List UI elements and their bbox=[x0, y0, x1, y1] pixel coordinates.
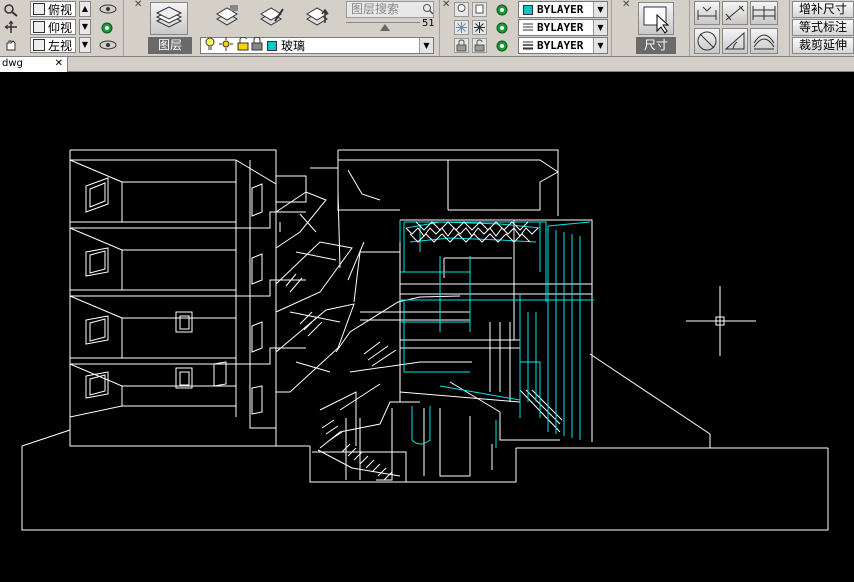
color-combo[interactable]: BYLAYER ▼ bbox=[518, 1, 608, 18]
sun-icon bbox=[219, 37, 233, 54]
crosshair-cursor bbox=[686, 286, 756, 356]
drawing-canvas[interactable] bbox=[0, 72, 854, 582]
view-panel: 俯视 仰视 左视 ▲ ▼ ▼ bbox=[0, 0, 124, 56]
layer-off-icon[interactable] bbox=[454, 2, 469, 17]
linetype-icon bbox=[523, 21, 533, 35]
layer-color-swatch bbox=[267, 40, 277, 51]
layer-on-green-icon[interactable] bbox=[494, 2, 510, 18]
current-layer-combo[interactable]: 玻璃 ▼ bbox=[200, 36, 434, 54]
add-dimension-button[interactable]: 增补尺寸 bbox=[792, 1, 854, 18]
layer-thaw-green-icon[interactable] bbox=[494, 20, 510, 36]
freeze-icon[interactable] bbox=[454, 20, 469, 35]
visibility-eye-2-icon[interactable] bbox=[97, 38, 119, 52]
left-building bbox=[69, 149, 310, 447]
layer-search-input[interactable]: 图层搜索 bbox=[346, 1, 434, 18]
panel-close-2-icon[interactable]: ✕ bbox=[442, 0, 452, 10]
color-swatch bbox=[523, 4, 533, 15]
dim-angle-icon[interactable] bbox=[722, 28, 748, 54]
layer-slider-knob[interactable] bbox=[380, 24, 390, 31]
dimension-button[interactable] bbox=[638, 2, 674, 35]
dim-radius-icon[interactable] bbox=[694, 28, 720, 54]
equal-dimension-button[interactable]: 等式标注 bbox=[792, 19, 854, 36]
color-chevron-down-icon[interactable]: ▼ bbox=[593, 2, 607, 17]
search-magnifier-icon[interactable] bbox=[422, 3, 434, 15]
layer-tool-2-icon[interactable] bbox=[256, 2, 286, 30]
dim-linear-icon[interactable] bbox=[694, 1, 720, 25]
layer-manager-button[interactable] bbox=[150, 2, 188, 35]
view-left-label: 左视 bbox=[48, 38, 73, 53]
document-tab-name: dwg bbox=[2, 58, 23, 69]
glass-layer bbox=[399, 220, 594, 448]
document-tab-bar: dwg ✕ bbox=[0, 57, 854, 72]
view-bottom-button[interactable]: 仰视 bbox=[30, 19, 76, 35]
green-dot-icon[interactable] bbox=[99, 20, 115, 34]
lineweight-icon bbox=[523, 39, 533, 53]
layer-panel-label: 图层 bbox=[148, 37, 192, 54]
view-left-button[interactable]: 左视 bbox=[30, 37, 76, 53]
thaw-icon[interactable] bbox=[472, 20, 487, 35]
dim-aligned-icon[interactable] bbox=[722, 1, 748, 25]
chevron-down-icon[interactable]: ▼ bbox=[419, 38, 433, 53]
view-top-label: 俯视 bbox=[48, 2, 73, 17]
current-layer-name: 玻璃 bbox=[281, 39, 306, 53]
document-tab[interactable]: dwg ✕ bbox=[0, 57, 68, 72]
site-platform bbox=[21, 353, 829, 531]
unlock-layer-icon[interactable] bbox=[472, 38, 487, 53]
right-building bbox=[337, 149, 593, 442]
pan-move-icon[interactable] bbox=[2, 19, 20, 35]
layer-tool-1-icon[interactable] bbox=[212, 2, 242, 30]
linetype-combo[interactable]: BYLAYER ▼ bbox=[518, 19, 608, 36]
view-scroll-up[interactable]: ▲ bbox=[79, 1, 91, 17]
view-scroll-down[interactable]: ▼ bbox=[79, 19, 91, 35]
cube-bottom-icon bbox=[33, 21, 45, 33]
view-bottom-label: 仰视 bbox=[48, 20, 73, 35]
view-top-button[interactable]: 俯视 bbox=[30, 1, 76, 17]
zoom-icon[interactable] bbox=[2, 2, 20, 18]
dimension-cursor-icon bbox=[643, 6, 670, 34]
lock-layer-icon[interactable] bbox=[454, 38, 469, 53]
lineweight-value: BYLAYER bbox=[537, 39, 584, 52]
color-value: BYLAYER bbox=[537, 3, 584, 16]
visibility-eye-icon[interactable] bbox=[97, 2, 119, 16]
view-expand[interactable]: ▼ bbox=[79, 37, 91, 53]
lock-open-icon bbox=[237, 36, 249, 54]
layer-unlock-green-icon[interactable] bbox=[494, 38, 510, 54]
cube-left-icon bbox=[33, 39, 45, 51]
panel-close-3-icon[interactable]: ✕ bbox=[622, 0, 632, 10]
dim-arc-icon[interactable] bbox=[750, 28, 778, 54]
lineweight-chevron-down-icon[interactable]: ▼ bbox=[593, 38, 607, 53]
building-section-drawing bbox=[21, 149, 829, 531]
linetype-value: BYLAYER bbox=[537, 21, 584, 34]
dim-baseline-icon[interactable] bbox=[750, 1, 778, 25]
close-icon[interactable]: ✕ bbox=[55, 57, 63, 71]
ribbon-toolbar: 俯视 仰视 左视 ▲ ▼ ▼ ✕ 图层 图层搜索 51 玻璃 ▼ ✕ BYLAY… bbox=[0, 0, 854, 57]
layer-stack-icon bbox=[155, 6, 183, 28]
lock-closed-icon bbox=[251, 36, 263, 54]
layer-slider-value: 51 bbox=[422, 18, 435, 29]
panel-close-icon[interactable]: ✕ bbox=[134, 0, 144, 10]
layer-tool-3-icon[interactable] bbox=[302, 2, 332, 30]
dimension-panel-label: 尺寸 bbox=[636, 37, 676, 54]
trim-extend-button[interactable]: 裁剪延伸 bbox=[792, 37, 854, 54]
central-stair bbox=[275, 150, 563, 483]
hand-pan-icon[interactable] bbox=[2, 37, 20, 53]
linetype-chevron-down-icon[interactable]: ▼ bbox=[593, 20, 607, 35]
layer-isolate-icon[interactable] bbox=[472, 2, 487, 17]
bulb-icon bbox=[205, 37, 215, 54]
cube-top-icon bbox=[33, 3, 45, 15]
lineweight-combo[interactable]: BYLAYER ▼ bbox=[518, 37, 608, 54]
